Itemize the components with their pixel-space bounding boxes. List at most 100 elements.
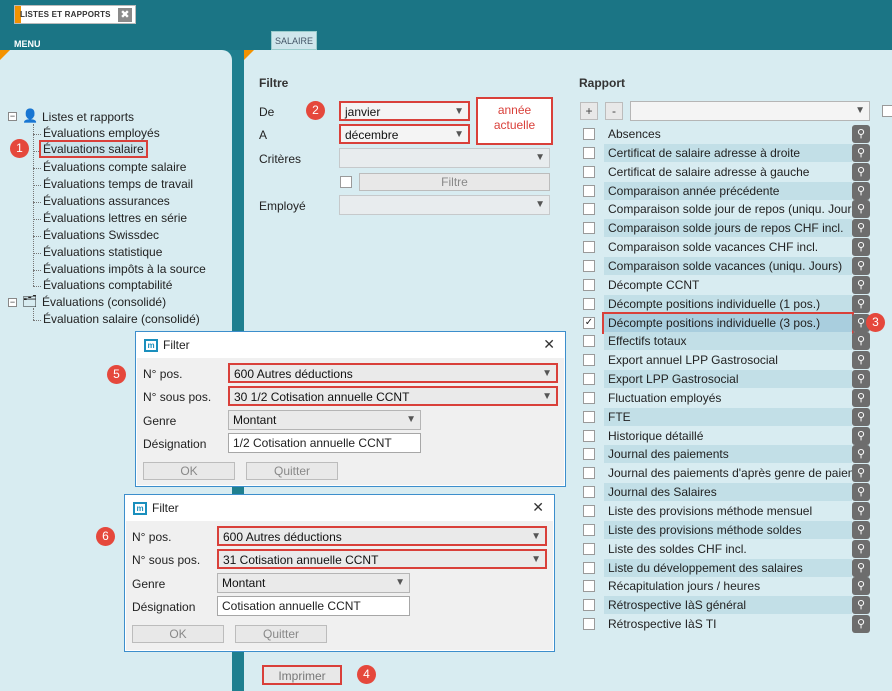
report-name[interactable]: Historique détaillé — [604, 427, 852, 445]
report-name[interactable]: Comparaison solde jours de repos CHF inc… — [604, 219, 852, 237]
report-row[interactable]: Historique détaillé ⚲ — [578, 427, 870, 445]
magnifier-icon[interactable]: ⚲ — [852, 238, 870, 256]
report-row[interactable]: Fluctuation employés ⚲ — [578, 389, 870, 407]
report-name[interactable]: Comparaison solde vacances (uniqu. Jours… — [604, 257, 852, 275]
report-name[interactable]: Export annuel LPP Gastrosocial — [604, 351, 852, 369]
report-row[interactable]: Rétrospective IàS général ⚲ — [578, 596, 870, 614]
expand-all-button[interactable]: + — [580, 102, 598, 120]
collapse-all-button[interactable]: - — [605, 102, 623, 120]
magnifier-icon[interactable]: ⚲ — [852, 483, 870, 501]
magnifier-icon[interactable]: ⚲ — [852, 596, 870, 614]
filtre-checkbox[interactable] — [340, 176, 352, 188]
magnifier-icon[interactable]: ⚲ — [852, 144, 870, 162]
npos-select[interactable]: 600 Autres déductions ▼ — [228, 363, 558, 383]
report-row[interactable]: Rétrospective IàS TI ⚲ — [578, 615, 870, 633]
report-row[interactable]: Décompte CCNT ⚲ — [578, 276, 870, 294]
quitter-button[interactable]: Quitter — [246, 462, 338, 480]
report-name[interactable]: Récapitulation jours / heures — [604, 577, 852, 595]
report-checkbox[interactable] — [583, 430, 595, 442]
tree-root-evaluations-consolide[interactable]: Évaluations (consolidé) — [42, 295, 166, 309]
report-name[interactable]: Certificat de salaire adresse à gauche — [604, 163, 852, 181]
report-row[interactable]: FTE ⚲ — [578, 408, 870, 426]
report-row[interactable]: Certificat de salaire adresse à gauche ⚲ — [578, 163, 870, 181]
report-row[interactable]: Comparaison solde vacances CHF incl. ⚲ — [578, 238, 870, 256]
report-checkbox[interactable] — [583, 524, 595, 536]
magnifier-icon[interactable]: ⚲ — [852, 464, 870, 482]
report-name[interactable]: FTE — [604, 408, 852, 426]
rapport-select-all-checkbox[interactable] — [882, 105, 892, 117]
magnifier-icon[interactable]: ⚲ — [852, 408, 870, 426]
employe-select[interactable]: ▼ — [339, 195, 550, 215]
report-name[interactable]: Certificat de salaire adresse à droite — [604, 144, 852, 162]
report-name[interactable]: Comparaison solde jour de repos (uniqu. … — [604, 200, 852, 218]
magnifier-icon[interactable]: ⚲ — [852, 521, 870, 539]
report-name[interactable]: Liste des provisions méthode soldes — [604, 521, 852, 539]
sidebar-item-evaluations-salaire[interactable]: Évaluations salaire — [39, 140, 148, 158]
report-checkbox[interactable] — [583, 543, 595, 555]
report-row[interactable]: Comparaison solde jours de repos CHF inc… — [578, 219, 870, 237]
report-name[interactable]: Comparaison année précédente — [604, 182, 852, 200]
a-select[interactable]: décembre ▼ — [339, 124, 470, 144]
npos-select[interactable]: 600 Autres déductions ▼ — [217, 526, 547, 546]
ok-button[interactable]: OK — [143, 462, 235, 480]
magnifier-icon[interactable]: ⚲ — [852, 125, 870, 143]
nsouspos-select[interactable]: 31 Cotisation annuelle CCNT ▼ — [217, 549, 547, 569]
rapport-select[interactable]: ▼ — [630, 101, 870, 121]
report-name[interactable]: Journal des paiements — [604, 445, 852, 463]
report-name[interactable]: Décompte positions individuelle (3 pos.) — [602, 312, 854, 334]
report-name[interactable]: Journal des paiements d'après genre de p… — [604, 464, 852, 482]
report-name[interactable]: Effectifs totaux — [604, 332, 852, 350]
magnifier-icon[interactable]: ⚲ — [852, 163, 870, 181]
close-icon[interactable]: ✖ — [118, 8, 132, 22]
magnifier-icon[interactable]: ⚲ — [852, 445, 870, 463]
tab-salaire[interactable]: SALAIRE — [271, 31, 317, 50]
sidebar-item-evaluations-statistique[interactable]: Évaluations statistique — [43, 245, 162, 259]
close-icon[interactable]: ✕ — [543, 336, 555, 353]
sidebar-item-evaluations-impots-a-la-source[interactable]: Évaluations impôts à la source — [43, 262, 206, 276]
quitter-button[interactable]: Quitter — [235, 625, 327, 643]
de-select[interactable]: janvier ▼ — [339, 101, 470, 121]
report-checkbox[interactable] — [583, 166, 595, 178]
genre-select[interactable]: Montant ▼ — [217, 573, 410, 593]
magnifier-icon[interactable]: ⚲ — [852, 427, 870, 445]
sidebar-item-evaluations-employes[interactable]: Évaluations employés — [43, 126, 160, 140]
report-checkbox[interactable] — [583, 599, 595, 611]
report-checkbox[interactable] — [583, 260, 595, 272]
app-tab-listes-et-rapports[interactable]: LISTES ET RAPPORTS ✖ — [14, 5, 136, 24]
report-row[interactable]: Effectifs totaux ⚲ — [578, 332, 870, 350]
report-checkbox[interactable] — [583, 373, 595, 385]
collapse-icon[interactable]: − — [8, 112, 17, 121]
report-row[interactable]: Export annuel LPP Gastrosocial ⚲ — [578, 351, 870, 369]
report-name[interactable]: Absences — [604, 125, 852, 143]
report-checkbox[interactable] — [583, 185, 595, 197]
sidebar-item-evaluation-salaire-consolide[interactable]: Évaluation salaire (consolidé) — [43, 312, 200, 326]
report-checkbox[interactable] — [583, 147, 595, 159]
report-checkbox[interactable] — [583, 448, 595, 460]
sidebar-item-evaluations-assurances[interactable]: Évaluations assurances — [43, 194, 170, 208]
magnifier-icon[interactable]: ⚲ — [852, 219, 870, 237]
report-row[interactable]: Certificat de salaire adresse à droite ⚲ — [578, 144, 870, 162]
magnifier-icon[interactable]: ⚲ — [852, 615, 870, 633]
filtre-button[interactable]: Filtre — [359, 173, 550, 191]
report-name[interactable]: Fluctuation employés — [604, 389, 852, 407]
report-row[interactable]: Liste des soldes CHF incl. ⚲ — [578, 540, 870, 558]
magnifier-icon[interactable]: ⚲ — [852, 276, 870, 294]
magnifier-icon[interactable]: ⚲ — [852, 559, 870, 577]
magnifier-icon[interactable]: ⚲ — [852, 540, 870, 558]
report-row[interactable]: Liste du développement des salaires ⚲ — [578, 559, 870, 577]
sidebar-item-evaluations-temps-de-travail[interactable]: Évaluations temps de travail — [43, 177, 193, 191]
report-checkbox[interactable] — [583, 279, 595, 291]
report-checkbox[interactable] — [583, 222, 595, 234]
report-row[interactable]: Liste des provisions méthode soldes ⚲ — [578, 521, 870, 539]
report-row[interactable]: Liste des provisions méthode mensuel ⚲ — [578, 502, 870, 520]
report-row[interactable]: Comparaison solde vacances (uniqu. Jours… — [578, 257, 870, 275]
report-checkbox[interactable]: ✓ — [583, 317, 595, 329]
report-row[interactable]: Journal des paiements ⚲ — [578, 445, 870, 463]
magnifier-icon[interactable]: ⚲ — [852, 200, 870, 218]
report-name[interactable]: Décompte CCNT — [604, 276, 852, 294]
report-row[interactable]: Export LPP Gastrosocial ⚲ — [578, 370, 870, 388]
report-checkbox[interactable] — [583, 618, 595, 630]
report-checkbox[interactable] — [583, 411, 595, 423]
magnifier-icon[interactable]: ⚲ — [852, 577, 870, 595]
report-row[interactable]: Journal des Salaires ⚲ — [578, 483, 870, 501]
